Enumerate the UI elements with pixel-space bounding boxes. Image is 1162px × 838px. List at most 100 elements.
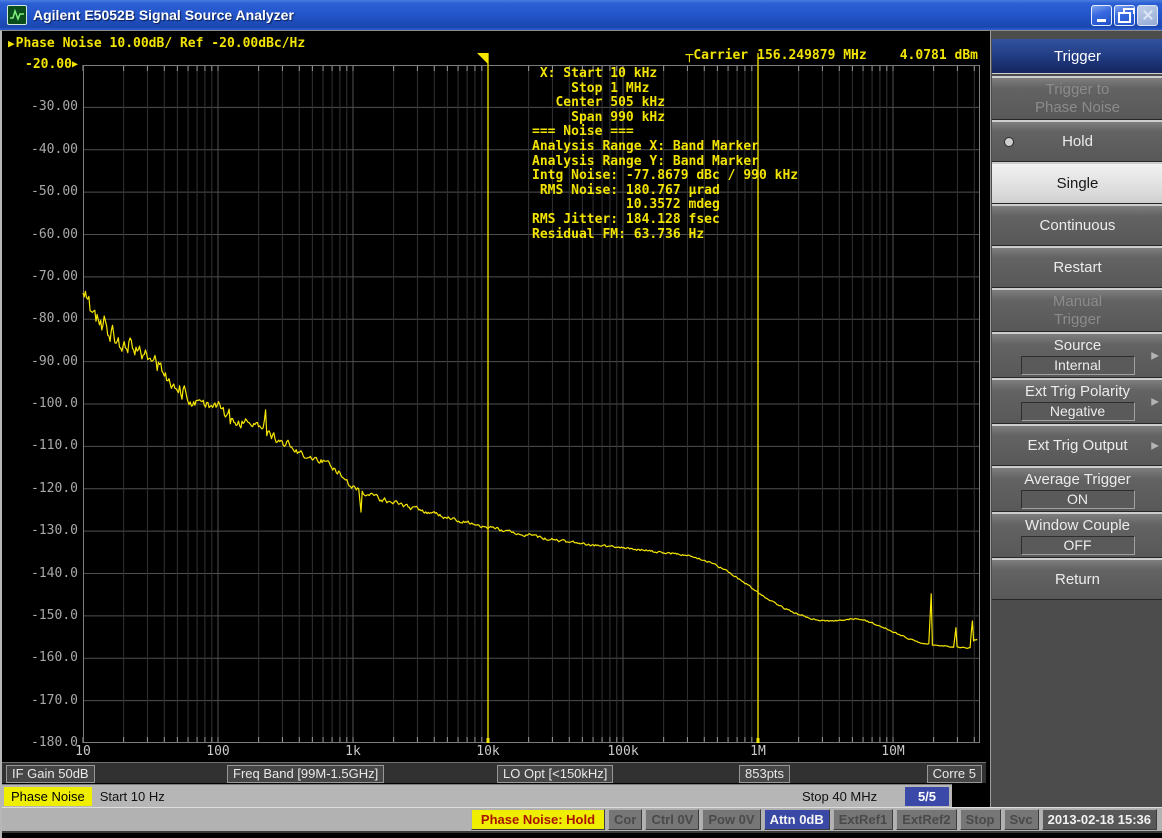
- submenu-arrow-icon: ▶: [1151, 350, 1159, 361]
- softkey-manual-trigger[interactable]: Manual Trigger: [992, 288, 1162, 332]
- trace-marker-icon: ▶: [8, 37, 15, 50]
- x-axis: 101001k10k100k1M10M: [83, 744, 980, 760]
- page-indicator: 5/5: [905, 787, 949, 806]
- softkey-continuous[interactable]: Continuous: [992, 204, 1162, 246]
- freq-band-indicator: Freq Band [99M-1.5GHz]: [227, 765, 384, 783]
- softkey-label: Ext Trig Polarity: [1025, 383, 1130, 401]
- y-axis-label: -140.0: [14, 566, 78, 581]
- softkey-trigger-to-phase-noise[interactable]: Trigger to Phase Noise: [992, 76, 1162, 120]
- close-button[interactable]: [1137, 5, 1158, 26]
- minimize-button[interactable]: [1091, 5, 1112, 26]
- y-axis-label: -50.00: [14, 184, 78, 199]
- y-axis-label: -40.00: [14, 142, 78, 157]
- y-axis-label: -180.0: [14, 735, 78, 750]
- carrier-power: 4.0781 dBm: [900, 48, 978, 63]
- status-service: Svc: [1004, 809, 1039, 830]
- softkey-menu: Trigger Trigger to Phase Noise Hold Sing…: [990, 31, 1162, 807]
- phase-noise-trace: [83, 291, 977, 648]
- points-indicator: 853pts: [739, 765, 790, 783]
- window-controls: [1089, 5, 1158, 26]
- softkey-ext-trig-output[interactable]: Ext Trig Output ▶: [992, 424, 1162, 466]
- carrier-label: ┬Carrier: [686, 48, 749, 63]
- restore-button[interactable]: [1114, 5, 1135, 26]
- x-axis-label: 10M: [881, 744, 904, 759]
- softkey-return[interactable]: Return: [992, 558, 1162, 600]
- submenu-arrow-icon: ▶: [1151, 396, 1159, 407]
- status-correction: Cor: [608, 809, 642, 830]
- y-axis-label: -60.00: [14, 227, 78, 242]
- softkey-label: Phase Noise: [1035, 99, 1120, 117]
- status-ctrl-voltage: Ctrl 0V: [645, 809, 699, 830]
- status-stop: Stop: [960, 809, 1001, 830]
- softkey-label: Ext Trig Output: [1027, 437, 1127, 455]
- status-clock: 2013-02-18 15:36: [1042, 809, 1157, 830]
- y-axis-label: -70.00: [14, 269, 78, 284]
- softkey-hold[interactable]: Hold: [992, 120, 1162, 162]
- y-axis-label: -120.0: [14, 481, 78, 496]
- if-gain-indicator: IF Gain 50dB: [6, 765, 95, 783]
- x-axis-label: 10k: [476, 744, 499, 759]
- sweep-stop-readout: Stop 40 MHz: [802, 789, 877, 804]
- x-axis-label: 1k: [345, 744, 361, 759]
- softkey-value: ON: [1021, 490, 1135, 509]
- softkey-value: Internal: [1021, 356, 1135, 375]
- carrier-frequency: 156.249879 MHz: [757, 48, 867, 63]
- measurement-mode-tab[interactable]: Phase Noise: [4, 787, 92, 806]
- window-title: Agilent E5052B Signal Source Analyzer: [33, 7, 294, 23]
- submenu-arrow-icon: ▶: [1151, 440, 1159, 451]
- correction-indicator: Corre 5: [927, 765, 982, 783]
- status-power-voltage: Pow 0V: [702, 809, 760, 830]
- softkey-label: Source: [1054, 337, 1102, 355]
- softkey-single[interactable]: Single: [992, 162, 1162, 204]
- softkey-label: Hold: [1062, 133, 1093, 151]
- softkey-average-trigger[interactable]: Average Trigger ON: [992, 466, 1162, 512]
- band-marker-flag-icon: [477, 53, 488, 64]
- status-extref2: ExtRef2: [896, 809, 956, 830]
- softkey-restart[interactable]: Restart: [992, 246, 1162, 288]
- softkey-source[interactable]: Source Internal ▶: [992, 332, 1162, 378]
- y-axis-label: -150.0: [14, 608, 78, 623]
- close-icon: [1142, 9, 1154, 21]
- y-axis-label: -130.0: [14, 523, 78, 538]
- softkey-label: Restart: [1053, 259, 1101, 277]
- softkey-value: OFF: [1021, 536, 1135, 555]
- status-bar: Phase Noise: Hold Cor Ctrl 0V Pow 0V Att…: [2, 807, 1162, 833]
- marker-info-readout: X: Start 10 kHz Stop 1 MHz Center 505 kH…: [532, 67, 798, 242]
- y-axis-label: -30.00: [14, 99, 78, 114]
- minimize-icon: [1097, 19, 1106, 22]
- softkey-value: Negative: [1021, 402, 1135, 421]
- y-axis-label: -110.0: [14, 438, 78, 453]
- softkey-label: Single: [1057, 175, 1099, 193]
- softkey-menu-title: Trigger: [992, 39, 1162, 74]
- softkey-ext-trig-polarity[interactable]: Ext Trig Polarity Negative ▶: [992, 378, 1162, 424]
- softkey-label: Window Couple: [1025, 517, 1130, 535]
- status-attenuator: Attn 0dB: [764, 809, 830, 830]
- status-measurement-state: Phase Noise: Hold: [471, 809, 605, 830]
- analyzer-screen: ▶Phase Noise 10.00dB/ Ref -20.00dBc/Hz ┬…: [0, 30, 1162, 838]
- measurement-bar: Phase Noise Start 10 Hz Stop 40 MHz 5/5: [2, 784, 952, 807]
- y-axis-label: -170.0: [14, 693, 78, 708]
- softkey-label: Trigger to: [1046, 81, 1110, 99]
- y-axis-label: -160.0: [14, 650, 78, 665]
- settings-bar: IF Gain 50dB Freq Band [99M-1.5GHz] LO O…: [2, 762, 986, 783]
- app-window: { "window": { "title": "Agilent E5052B S…: [0, 0, 1162, 838]
- ref-level-marker-icon: ▶: [72, 59, 78, 70]
- trace-header: ▶Phase Noise 10.00dB/ Ref -20.00dBc/Hz: [8, 36, 305, 51]
- softkey-label: Trigger: [1054, 311, 1101, 329]
- y-axis-label: -20.00▶: [14, 57, 78, 72]
- x-axis-label: 10: [75, 744, 91, 759]
- lo-opt-indicator: LO Opt [<150kHz]: [497, 765, 613, 783]
- x-axis-label: 1M: [750, 744, 766, 759]
- softkey-label: Return: [1055, 571, 1100, 589]
- y-axis-label: -80.00: [14, 311, 78, 326]
- phase-noise-display: ▶Phase Noise 10.00dB/ Ref -20.00dBc/Hz ┬…: [2, 31, 986, 807]
- softkey-label: Continuous: [1040, 217, 1116, 235]
- softkey-label: Manual: [1053, 293, 1102, 311]
- restore-icon: [1118, 12, 1131, 23]
- radio-selected-icon: [1004, 137, 1014, 147]
- sweep-start-readout: Start 10 Hz: [100, 789, 165, 804]
- title-bar[interactable]: Agilent E5052B Signal Source Analyzer: [0, 0, 1162, 30]
- status-extref1: ExtRef1: [833, 809, 893, 830]
- softkey-label: Average Trigger: [1024, 471, 1130, 489]
- softkey-window-couple[interactable]: Window Couple OFF: [992, 512, 1162, 558]
